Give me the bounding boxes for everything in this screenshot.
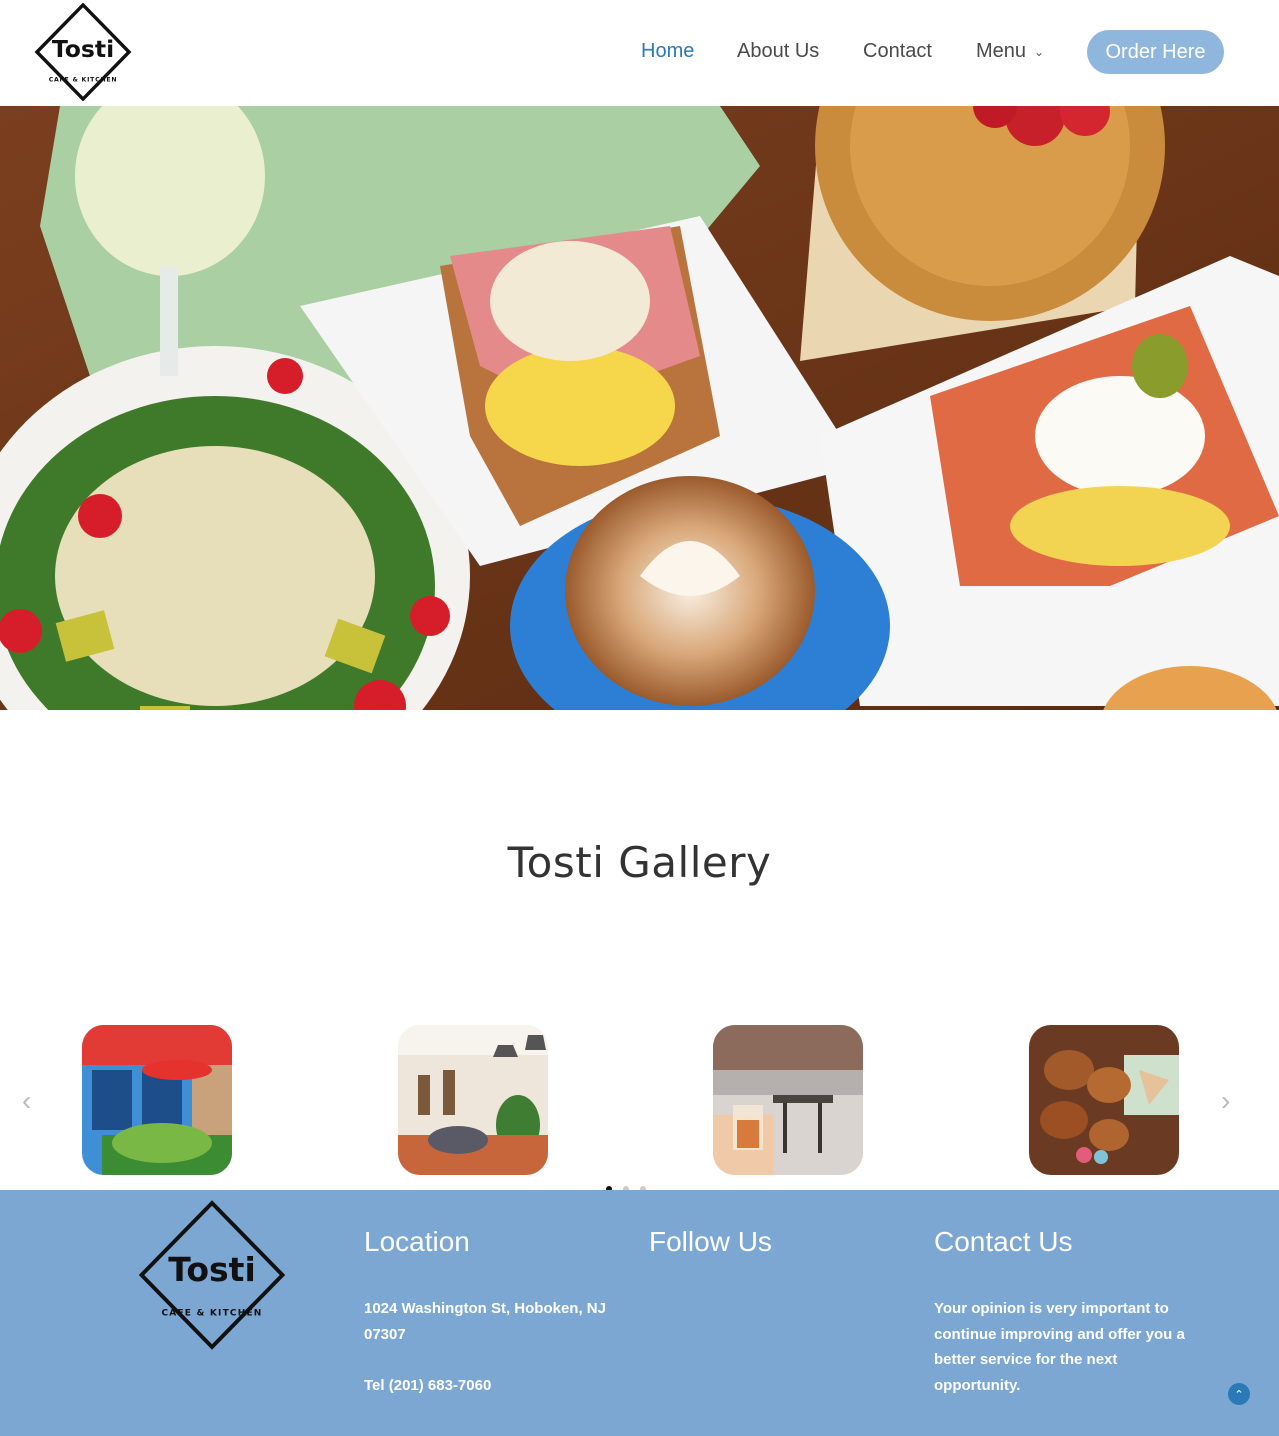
gallery-image-pastries[interactable]: [1029, 1025, 1179, 1175]
nav-contact[interactable]: Contact: [863, 40, 932, 63]
nav-menu-label: Menu: [976, 40, 1027, 62]
svg-text:CAFE & KITCHEN: CAFE & KITCHEN: [161, 1309, 262, 1319]
order-here-button[interactable]: Order Here: [1087, 30, 1224, 74]
site-header: Tosti CAFE & KITCHEN Home About Us Conta…: [0, 0, 1279, 106]
svg-text:CAFE & KITCHEN: CAFE & KITCHEN: [49, 76, 118, 83]
tosti-footer-logo: Tosti CAFE & KITCHEN: [138, 1200, 286, 1350]
follow-us-heading: Follow Us: [649, 1226, 772, 1257]
hero-image: [0, 106, 1279, 710]
gallery-title: Tosti Gallery: [507, 838, 772, 887]
chevron-down-icon: ⌄: [1034, 44, 1045, 59]
svg-text:Tosti: Tosti: [168, 1250, 256, 1289]
chevron-right-icon[interactable]: ›: [1221, 1085, 1230, 1117]
phone-text[interactable]: Tel (201) 683-7060: [364, 1373, 614, 1399]
svg-text:Tosti: Tosti: [52, 35, 114, 63]
site-footer: Tosti CAFE & KITCHEN Location 1024 Washi…: [0, 1190, 1279, 1436]
contact-us-heading: Contact Us: [934, 1226, 1073, 1257]
contact-text: Your opinion is very important to contin…: [934, 1300, 1185, 1394]
nav-home[interactable]: Home: [641, 40, 694, 63]
chevron-up-icon[interactable]: ⌃: [1228, 1383, 1250, 1405]
gallery-image-storefront[interactable]: [82, 1025, 232, 1175]
gallery-image-interior[interactable]: [398, 1025, 548, 1175]
tosti-logo[interactable]: Tosti CAFE & KITCHEN: [34, 3, 132, 101]
location-heading: Location: [364, 1226, 470, 1257]
gallery-image-patio[interactable]: [713, 1025, 863, 1175]
nav-about-us[interactable]: About Us: [737, 40, 819, 63]
address-text: 1024 Washington St, Hoboken, NJ 07307: [364, 1300, 606, 1343]
chevron-left-icon[interactable]: ‹: [22, 1085, 31, 1117]
nav-menu[interactable]: Menu ⌄: [976, 40, 1044, 63]
